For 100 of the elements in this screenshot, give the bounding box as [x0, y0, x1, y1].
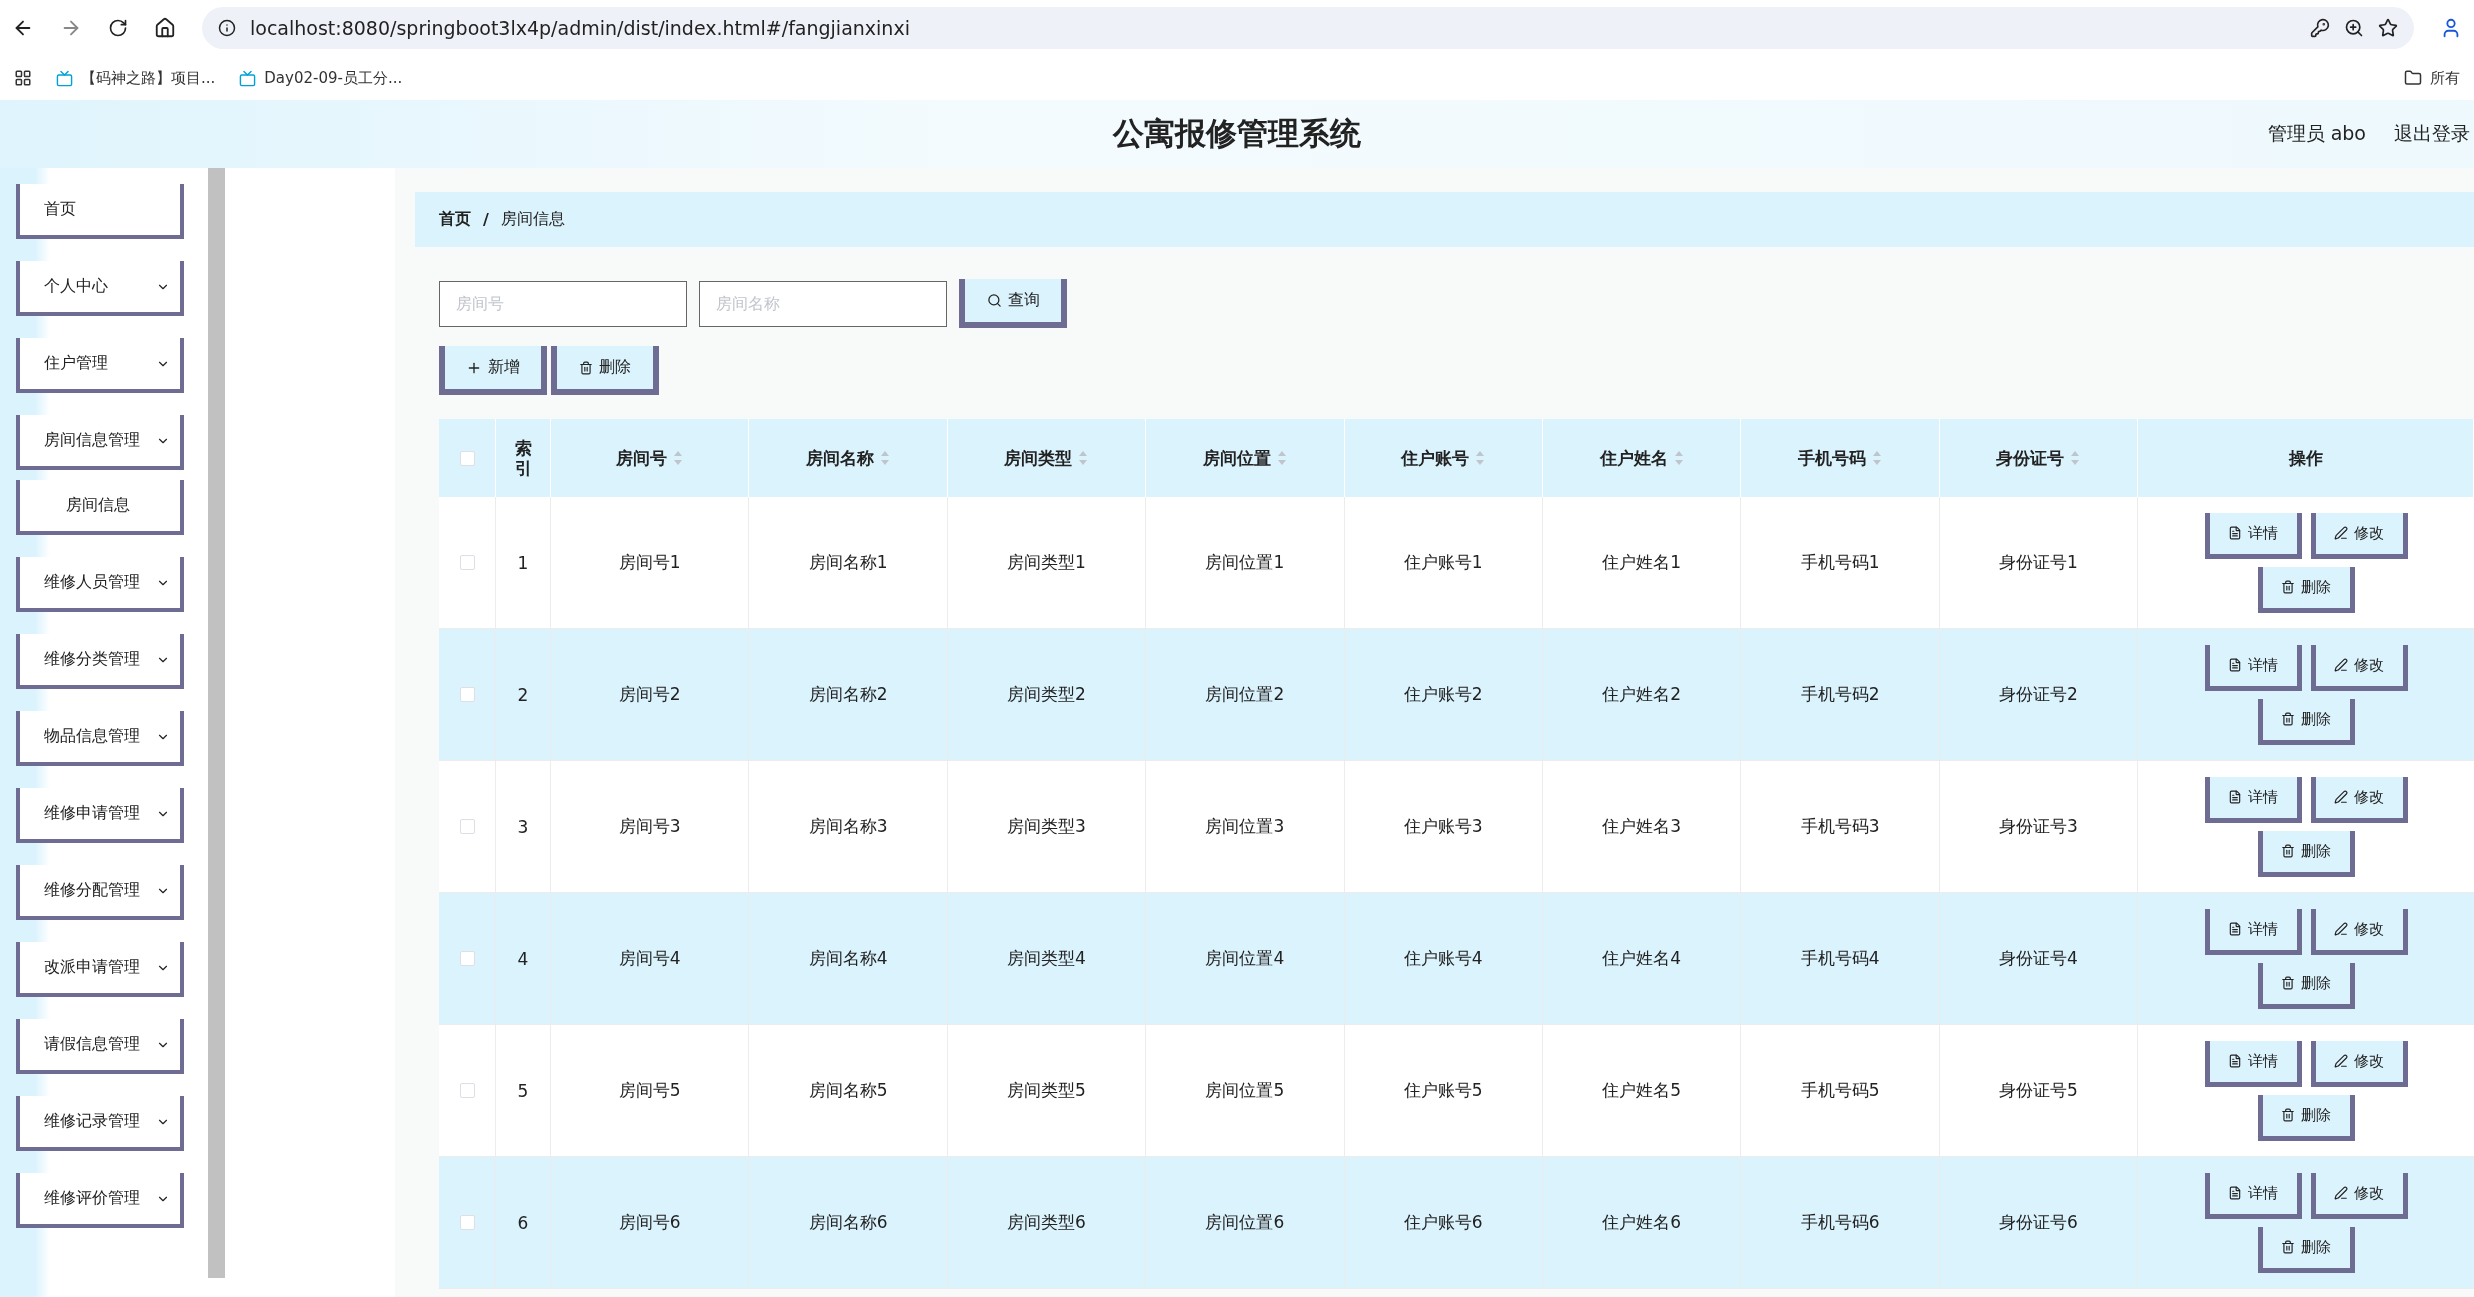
sidebar-item[interactable]: 个人中心 — [16, 261, 184, 316]
detail-button[interactable]: 详情 — [2204, 776, 2302, 823]
sort-icon[interactable] — [2070, 450, 2081, 466]
home-icon[interactable] — [154, 17, 176, 39]
tv-icon — [56, 69, 73, 87]
edit-button[interactable]: 修改 — [2310, 1172, 2408, 1219]
breadcrumb-separator: / — [483, 210, 489, 229]
sidebar-item[interactable]: 住户管理 — [16, 338, 184, 393]
detail-button[interactable]: 详情 — [2204, 644, 2302, 691]
row-checkbox[interactable] — [459, 1083, 475, 1098]
column-header[interactable]: 手机号码 — [1798, 446, 1867, 470]
sort-icon[interactable] — [673, 450, 684, 466]
bookmark[interactable]: 【码神之路】项目... — [56, 68, 216, 88]
sidebar-item[interactable]: 维修分配管理 — [16, 865, 184, 920]
tv-icon — [239, 69, 257, 87]
table-cell: 房间位置6 — [1205, 1211, 1285, 1234]
trash-icon — [2281, 1240, 2296, 1254]
bookmark-folder[interactable]: 所有 — [2404, 68, 2460, 88]
reload-icon[interactable] — [108, 18, 128, 38]
table-cell: 住户姓名4 — [1602, 947, 1682, 970]
url-text: localhost:8080/springboot3lx4p/admin/dist/index.html#/fangjianxinxi — [250, 17, 910, 39]
column-header[interactable]: 房间位置 — [1202, 446, 1271, 470]
sidebar-item[interactable]: 维修人员管理 — [16, 557, 184, 612]
scrollbar[interactable] — [208, 168, 225, 1278]
column-header: 操作 — [2288, 446, 2323, 470]
row-checkbox[interactable] — [459, 819, 475, 834]
apps-icon[interactable] — [14, 69, 32, 87]
table-cell: 房间位置4 — [1205, 947, 1285, 970]
table-cell: 房间名称1 — [808, 551, 888, 574]
column-header[interactable]: 房间类型 — [1004, 446, 1073, 470]
key-icon — [2310, 18, 2330, 38]
pencil-icon — [2334, 1054, 2349, 1068]
pencil-icon — [2334, 658, 2349, 672]
detail-button[interactable]: 详情 — [2204, 1040, 2302, 1087]
add-button[interactable]: 新增 — [439, 346, 547, 395]
breadcrumb-item[interactable]: 首页 — [439, 209, 471, 230]
trash-icon — [2281, 580, 2296, 594]
trash-icon — [579, 360, 593, 375]
pencil-icon — [2334, 790, 2349, 804]
delete-button[interactable]: 删除 — [2257, 698, 2355, 745]
table-cell: 住户姓名2 — [1602, 683, 1682, 706]
edit-button[interactable]: 修改 — [2310, 908, 2408, 955]
delete-button[interactable]: 删除 — [2257, 830, 2355, 877]
table-cell: 2 — [517, 684, 529, 705]
delete-button[interactable]: 删除 — [2257, 1094, 2355, 1141]
detail-button[interactable]: 详情 — [2204, 1172, 2302, 1219]
table-cell: 住户账号2 — [1403, 683, 1483, 706]
edit-button[interactable]: 修改 — [2310, 1040, 2408, 1087]
table-cell: 身份证号4 — [1999, 947, 2078, 970]
document-icon — [2228, 658, 2243, 672]
sidebar-item[interactable]: 维修申请管理 — [16, 788, 184, 843]
sidebar-item[interactable]: 请假信息管理 — [16, 1019, 184, 1074]
address-bar[interactable]: localhost:8080/springboot3lx4p/admin/dist/index.html#/fangjianxinxi — [202, 7, 2414, 49]
bookmark[interactable]: Day02-09-员工分... — [239, 68, 403, 88]
document-icon — [2228, 1186, 2243, 1200]
sort-icon[interactable] — [880, 450, 891, 466]
table-cell: 住户账号5 — [1403, 1079, 1483, 1102]
delete-button[interactable]: 删除 — [551, 346, 659, 395]
sort-icon[interactable] — [1673, 450, 1684, 466]
table-cell: 房间号3 — [618, 815, 681, 838]
sidebar-subitem[interactable]: 房间信息 — [16, 480, 184, 535]
column-header[interactable]: 住户账号 — [1401, 446, 1470, 470]
search-button[interactable]: 查询 — [959, 279, 1067, 328]
sidebar-item[interactable]: 维修记录管理 — [16, 1096, 184, 1151]
search-field[interactable]: 房间号 — [439, 281, 687, 327]
table-cell: 住户账号4 — [1403, 947, 1483, 970]
sort-icon[interactable] — [1872, 450, 1883, 466]
edit-button[interactable]: 修改 — [2310, 512, 2408, 559]
column-header[interactable]: 身份证号 — [1996, 446, 2065, 470]
sort-icon[interactable] — [1475, 450, 1486, 466]
trash-icon — [2281, 712, 2296, 726]
detail-button[interactable]: 详情 — [2204, 512, 2302, 559]
edit-button[interactable]: 修改 — [2310, 644, 2408, 691]
column-header[interactable]: 房间号 — [616, 446, 668, 470]
sidebar-item[interactable]: 物品信息管理 — [16, 711, 184, 766]
select-all-checkbox[interactable] — [459, 450, 475, 466]
sidebar-item[interactable]: 维修分类管理 — [16, 634, 184, 689]
delete-button[interactable]: 删除 — [2257, 962, 2355, 1009]
delete-button[interactable]: 删除 — [2257, 566, 2355, 613]
table-cell: 房间号2 — [618, 683, 681, 706]
sidebar-item[interactable]: 首页 — [16, 184, 184, 239]
column-header[interactable]: 房间名称 — [806, 446, 875, 470]
table-cell: 住户姓名1 — [1602, 551, 1682, 574]
sidebar-item[interactable]: 房间信息管理 — [16, 415, 184, 470]
search-field[interactable]: 房间名称 — [699, 281, 947, 327]
detail-button[interactable]: 详情 — [2204, 908, 2302, 955]
sort-icon[interactable] — [1276, 450, 1287, 466]
logout-link[interactable]: 退出登录 — [2394, 121, 2470, 147]
delete-button[interactable]: 删除 — [2257, 1226, 2355, 1273]
sidebar-item[interactable]: 维修评价管理 — [16, 1173, 184, 1228]
table-cell: 身份证号2 — [1999, 683, 2078, 706]
table-cell: 住户姓名6 — [1602, 1211, 1682, 1234]
row-checkbox[interactable] — [459, 1215, 475, 1230]
edit-button[interactable]: 修改 — [2310, 776, 2408, 823]
sidebar-item[interactable]: 改派申请管理 — [16, 942, 184, 997]
row-checkbox[interactable] — [459, 687, 475, 702]
sort-icon[interactable] — [1078, 450, 1089, 466]
row-checkbox[interactable] — [459, 555, 475, 570]
column-header[interactable]: 住户姓名 — [1599, 446, 1668, 470]
row-checkbox[interactable] — [459, 951, 475, 966]
